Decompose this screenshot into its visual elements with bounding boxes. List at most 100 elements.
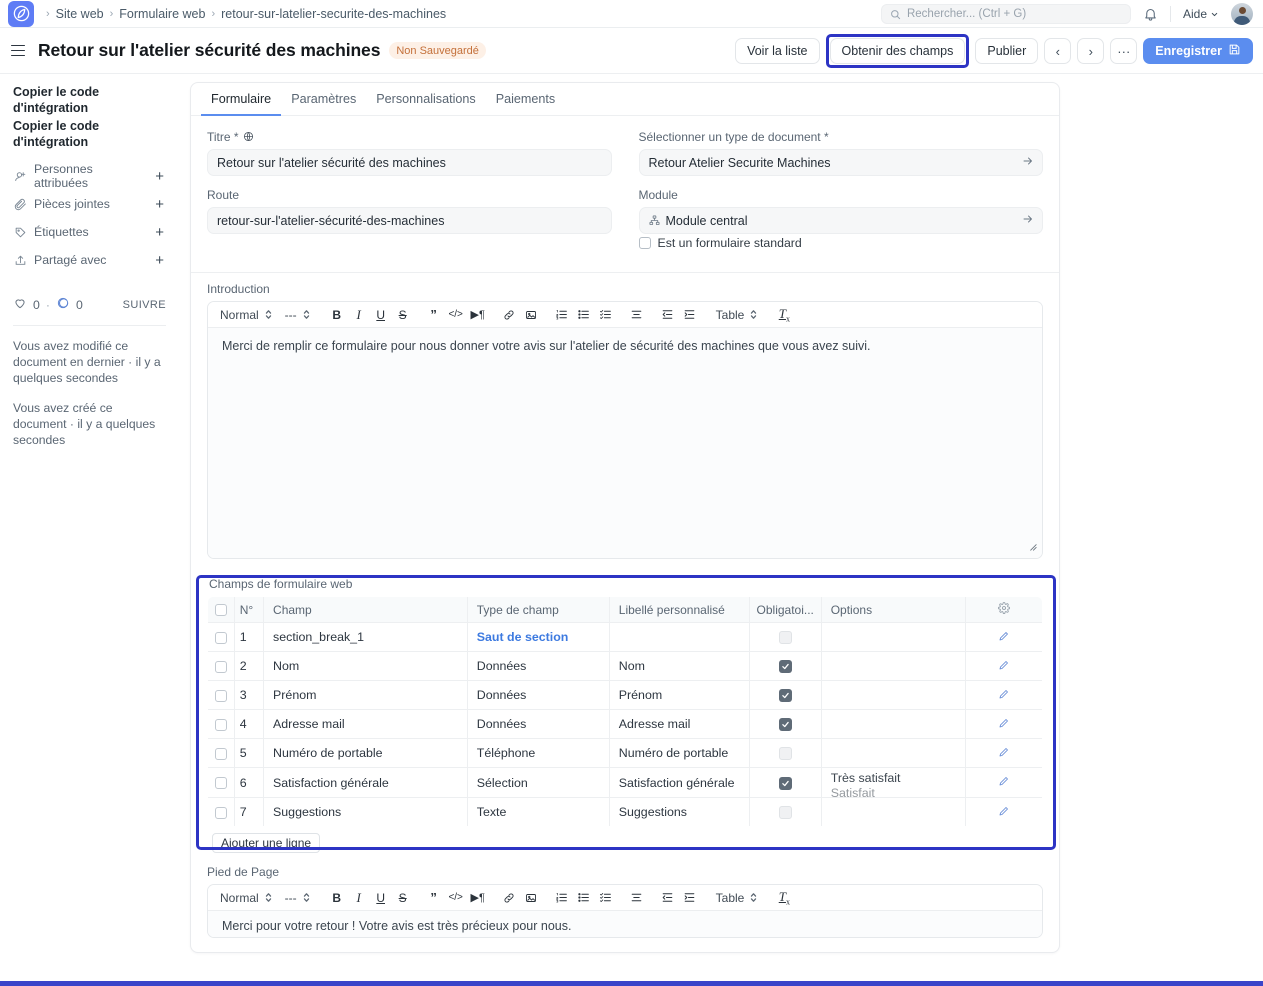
module-input[interactable]: Module central [638,207,1043,234]
breadcrumb-item-3[interactable]: retour-sur-latelier-securite-des-machine… [221,7,446,21]
paragraph-direction-icon[interactable]: ▶¶ [467,888,489,908]
row-libelle[interactable]: Nom [609,651,750,681]
clear-format-icon[interactable]: Tx [773,888,795,908]
standard-form-checkbox-row[interactable]: Est un formulaire standard [638,236,1044,250]
edit-pencil-icon[interactable] [998,630,1010,642]
add-assigned-person-icon[interactable]: + [155,169,166,184]
more-options-button[interactable]: ··· [1110,38,1138,64]
table-row[interactable]: 7 Suggestions Texte Suggestions [208,797,1042,826]
previous-button[interactable]: ‹ [1044,38,1072,64]
resize-handle[interactable] [1027,541,1038,555]
checklist-icon[interactable] [595,888,617,908]
indent-icon[interactable] [679,888,701,908]
row-type[interactable]: Saut de section [477,630,569,644]
row-libelle[interactable] [609,622,750,652]
row-type[interactable]: Téléphone [467,738,610,768]
table-row[interactable]: 5 Numéro de portable Téléphone Numéro de… [208,738,1042,768]
required-toggle-on[interactable] [778,689,792,703]
paragraph-direction-icon[interactable]: ▶¶ [467,305,489,325]
edit-pencil-icon[interactable] [998,805,1010,817]
required-toggle-off[interactable] [778,747,792,761]
row-obligatoire[interactable] [749,797,822,826]
edit-pencil-icon[interactable] [998,688,1010,700]
tab-personnalisations[interactable]: Personnalisations [366,83,485,116]
goto-arrow-icon[interactable] [1022,213,1034,228]
row-type[interactable]: Données [467,680,610,710]
next-button[interactable]: › [1077,38,1105,64]
sidebar-toggle-icon[interactable] [8,40,30,62]
notification-bell-icon[interactable] [1143,7,1158,22]
checklist-icon[interactable] [595,305,617,325]
row-libelle[interactable]: Adresse mail [609,709,750,739]
row-edit-cell[interactable] [965,651,1042,681]
row-champ[interactable]: Nom [263,651,468,681]
sidebar-item-assigned-people[interactable]: Personnes attribuées + [13,162,166,190]
doctype-input[interactable]: Retour Atelier Securite Machines [638,149,1043,176]
indent-icon[interactable] [679,305,701,325]
title-input[interactable]: Retour sur l'atelier sécurité des machin… [207,149,612,176]
view-list-button[interactable]: Voir la liste [735,38,820,64]
add-tag-icon[interactable]: + [155,225,166,240]
add-attachment-icon[interactable]: + [155,197,166,212]
copy-embed-code-link-1[interactable]: Copier le code d'intégration [13,84,166,116]
outdent-icon[interactable] [657,305,679,325]
image-icon[interactable] [520,305,542,325]
row-libelle[interactable]: Numéro de portable [609,738,750,768]
font-size-select[interactable]: --- [279,308,317,322]
sidebar-item-shared-with[interactable]: Partagé avec + [13,246,166,274]
clear-format-icon[interactable]: Tx [773,305,795,325]
row-edit-cell[interactable] [965,738,1042,768]
app-logo-icon[interactable] [8,0,34,27]
follow-button[interactable]: SUIVRE [123,299,166,311]
row-options[interactable]: Très satisfait Satisfait [831,768,956,797]
row-checkbox[interactable] [214,806,227,819]
row-options[interactable] [821,797,966,826]
row-edit-cell[interactable] [965,709,1042,739]
edit-pencil-icon[interactable] [998,717,1010,729]
paragraph-style-select[interactable]: Normal [214,891,279,905]
row-edit-cell[interactable] [965,622,1042,652]
row-champ[interactable]: Satisfaction générale [263,767,468,798]
bullet-list-icon[interactable] [573,305,595,325]
align-icon[interactable] [626,888,648,908]
table-row[interactable]: 3 Prénom Données Prénom [208,680,1042,710]
avatar[interactable] [1231,3,1253,25]
blockquote-icon[interactable]: ” [423,888,445,908]
row-obligatoire[interactable] [749,622,822,652]
row-obligatoire[interactable] [749,738,822,768]
table-row[interactable]: 6 Satisfaction générale Sélection Satisf… [208,767,1042,798]
strikethrough-icon[interactable]: S [392,888,414,908]
table-select[interactable]: Table [710,891,765,905]
row-type[interactable]: Sélection [467,767,610,798]
row-checkbox[interactable] [214,689,227,702]
tab-formulaire[interactable]: Formulaire [201,83,282,116]
required-toggle-on[interactable] [778,718,792,732]
breadcrumb-item-2[interactable]: Formulaire web [119,7,205,21]
row-checkbox[interactable] [214,660,227,673]
link-icon[interactable] [498,305,520,325]
get-fields-button[interactable]: Obtenir des champs [829,38,966,64]
row-type[interactable]: Texte [467,797,610,826]
row-checkbox[interactable] [214,777,227,790]
row-champ[interactable]: Numéro de portable [263,738,468,768]
row-options[interactable] [821,651,966,681]
row-type[interactable]: Données [467,709,610,739]
edit-pencil-icon[interactable] [998,659,1010,671]
strikethrough-icon[interactable]: S [392,305,414,325]
select-all-checkbox[interactable] [214,604,227,617]
code-icon[interactable]: </> [445,305,467,325]
row-champ[interactable]: Suggestions [263,797,468,826]
table-row[interactable]: 2 Nom Données Nom [208,651,1042,681]
sidebar-item-attachments[interactable]: Pièces jointes + [13,190,166,218]
ordered-list-icon[interactable] [551,305,573,325]
row-obligatoire[interactable] [749,709,822,739]
font-size-select[interactable]: --- [279,891,317,905]
sidebar-item-tags[interactable]: Étiquettes + [13,218,166,246]
table-row[interactable]: 1 section_break_1 Saut de section [208,622,1042,652]
link-icon[interactable] [498,888,520,908]
row-options[interactable] [821,738,966,768]
row-checkbox[interactable] [214,718,227,731]
row-edit-cell[interactable] [965,767,1042,798]
row-options[interactable] [821,622,966,652]
row-obligatoire[interactable] [749,680,822,710]
